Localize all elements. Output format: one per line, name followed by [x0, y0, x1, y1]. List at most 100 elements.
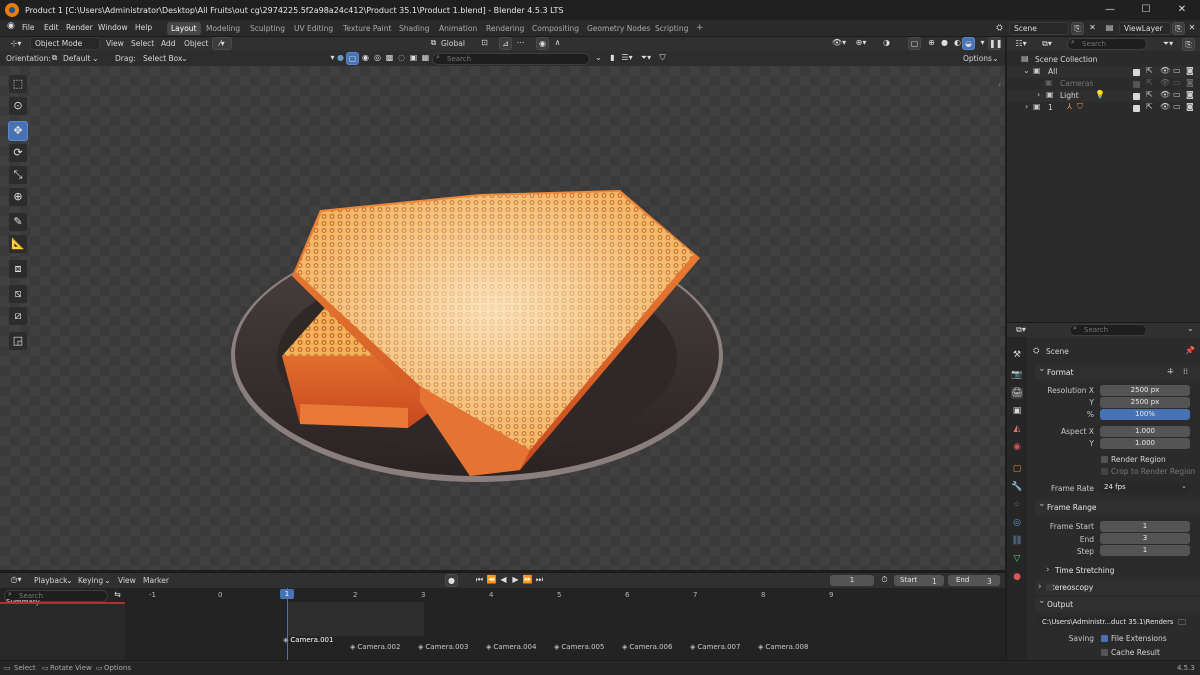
item-1-select-icon[interactable]: ⇱ [1146, 101, 1153, 113]
outliner-search-input[interactable]: Search [1067, 38, 1147, 50]
gizmo-dropdown-icon[interactable]: ⁄▾ [212, 37, 232, 50]
light-render-icon[interactable]: ◙ [1186, 89, 1194, 101]
outliner-row-1[interactable]: › ▣ 1 ⅄ ⛉ ⇱ 👁 ▭ ◙ [1007, 102, 1200, 114]
scene-icon[interactable]: ⛭ [993, 22, 1006, 35]
cameras-include-checkbox[interactable] [1133, 81, 1140, 88]
view-layer-icon[interactable]: ▤ [1103, 22, 1116, 35]
timeline-end-field[interactable]: 3 [987, 577, 992, 586]
timeline-area[interactable]: Search ⌕ ⇆ Summary -1 0 2 3 4 5 6 7 8 9 … [0, 588, 1005, 660]
keying-menu[interactable]: Keying [78, 576, 103, 585]
properties-search-input[interactable]: Search [1069, 324, 1147, 336]
view-layer-selector[interactable]: ViewLayer [1119, 22, 1171, 35]
item-1-viewport-icon[interactable]: ▭ [1173, 101, 1181, 113]
funnel-icon[interactable]: ⏷▾ [638, 52, 654, 65]
all-render-icon[interactable]: ◙ [1186, 65, 1194, 77]
add-workspace-button[interactable]: + [692, 22, 708, 35]
properties-options-icon[interactable]: ⌄ [1187, 324, 1194, 333]
frame-rate-dropdown[interactable]: 24 fps [1100, 482, 1190, 493]
camera-marker[interactable]: Camera.006 [622, 643, 672, 651]
proportional-edit-icon[interactable]: ◉ [536, 37, 549, 50]
frame-rate-dropdown-icon[interactable]: ⌄ [1181, 482, 1187, 490]
render-region-checkbox[interactable] [1101, 456, 1108, 463]
overlays-icon[interactable]: ◑ [880, 37, 893, 50]
format-drag-icon[interactable]: ⁞⁞ [1183, 367, 1188, 376]
object-filter-icon[interactable]: ▢ [346, 52, 359, 65]
camera-marker[interactable]: Camera.008 [758, 643, 808, 651]
format-section-header[interactable]: Format [1035, 362, 1200, 380]
falloff-icon[interactable]: ∧ [551, 37, 564, 50]
solid-shading-icon[interactable]: ● [938, 37, 951, 50]
tab-geometry-nodes[interactable]: Geometry Nodes [583, 22, 654, 35]
folder-icon[interactable]: 🗀 [1178, 617, 1186, 631]
pause-render-icon[interactable]: ❚❚ [988, 37, 1002, 50]
crop-region-checkbox[interactable] [1101, 468, 1108, 475]
all-eye-icon[interactable]: 👁 [1160, 65, 1170, 77]
item-1-render-icon[interactable]: ◙ [1186, 101, 1194, 113]
auto-keying-icon[interactable]: ● [445, 574, 458, 587]
snap-target-icon[interactable]: ⋯ [514, 37, 527, 50]
playback-menu[interactable]: Playback [34, 576, 67, 585]
options-dropdown-icon[interactable]: ⌄ [992, 54, 999, 63]
minimize-button[interactable]: — [1092, 0, 1128, 20]
blender-menu-icon[interactable]: ◉ [7, 21, 15, 31]
all-select-icon[interactable]: ⇱ [1146, 65, 1153, 77]
tab-rendering[interactable]: Rendering [482, 22, 528, 35]
viewport-search-input[interactable]: Search [432, 53, 590, 65]
drag-dropdown-icon[interactable]: ⌄ [181, 54, 188, 63]
marker-menu[interactable]: Marker [143, 576, 169, 585]
new-scene-icon[interactable]: ⎘ [1071, 22, 1084, 35]
display-mode-icon[interactable]: ⧉▾ [1037, 38, 1057, 51]
material-tab-icon[interactable]: ● [1011, 571, 1023, 583]
playhead-frame[interactable]: 1 [280, 589, 294, 599]
output-path-field[interactable]: C:\Users\Administr...duct 35.1\Renders [1038, 617, 1174, 628]
snap-icon[interactable]: ⊿ [499, 37, 512, 50]
remove-scene-icon[interactable]: ✕ [1086, 22, 1099, 35]
bookmark-icon[interactable]: ▮ [606, 52, 619, 65]
transform-orientation-icon[interactable]: ⧉ [427, 37, 440, 50]
menu-edit[interactable]: Edit [44, 23, 59, 32]
light-viewport-icon[interactable]: ▭ [1173, 89, 1181, 101]
orientation-value[interactable]: Default [63, 54, 90, 63]
scene-selector[interactable]: Scene [1009, 22, 1069, 35]
all-include-checkbox[interactable] [1133, 69, 1140, 76]
outliner-filter-icon[interactable]: ⏷▾ [1159, 38, 1177, 51]
pin-icon[interactable]: 📌 [1185, 346, 1195, 355]
remove-view-layer-icon[interactable]: ✕ [1186, 22, 1198, 35]
view-menu[interactable]: View [106, 39, 124, 48]
tab-animation[interactable]: Animation [435, 22, 481, 35]
camera-filter-icon[interactable]: ▦ [419, 52, 432, 65]
menu-window[interactable]: Window [98, 23, 128, 32]
maximize-button[interactable]: ☐ [1128, 0, 1164, 20]
new-collection-icon[interactable]: ⎘ [1182, 38, 1195, 51]
cameras-eye-icon[interactable]: 👁 [1160, 77, 1170, 89]
cameras-select-icon[interactable]: ⇱ [1146, 77, 1153, 89]
tab-scripting[interactable]: Scripting [651, 22, 692, 35]
format-presets-icon[interactable]: ⁜ [1167, 367, 1174, 376]
timeline-view-menu[interactable]: View [118, 576, 136, 585]
resolution-y-field[interactable]: 2500 px [1100, 397, 1190, 408]
outliner-row-all[interactable]: ⌄ ▣ All ⇱ 👁 ▭ ◙ [1007, 66, 1200, 78]
swap-icon[interactable]: ⇆ [111, 589, 124, 602]
pivot-icon[interactable]: ⊡ [478, 37, 491, 50]
keying-dropdown-icon[interactable]: ⌄ [104, 576, 111, 585]
camera-marker[interactable]: Camera.007 [690, 643, 740, 651]
tab-shading[interactable]: Shading [395, 22, 433, 35]
3d-viewport[interactable]: ⬚ ⊙ ✥ ⟳ ⤡ ⊕ ✎ 📐 ⧈ ⧅ ⧄ ◲ ‹ [0, 66, 1005, 570]
menu-render[interactable]: Render [66, 23, 93, 32]
render-tab-icon[interactable]: 📷 [1011, 369, 1023, 381]
cameras-render-icon[interactable]: ◙ [1186, 77, 1194, 89]
cameras-viewport-icon[interactable]: ▭ [1173, 77, 1181, 89]
resolution-percent-slider[interactable]: 100% [1100, 409, 1190, 420]
aspect-y-field[interactable]: 1.000 [1100, 438, 1190, 449]
rendered-shading-icon[interactable]: ◒ [962, 37, 975, 50]
light-select-icon[interactable]: ⇱ [1146, 89, 1153, 101]
frame-step-field[interactable]: 1 [1100, 545, 1190, 556]
camera-marker[interactable]: Camera.004 [486, 643, 536, 651]
camera-marker[interactable]: Camera.003 [418, 643, 468, 651]
frame-end-field[interactable]: 3 [1100, 533, 1190, 544]
camera-marker[interactable]: Camera.005 [554, 643, 604, 651]
xray-icon[interactable]: ▢ [908, 37, 921, 50]
tab-modeling[interactable]: Modeling [202, 22, 244, 35]
file-extensions-checkbox[interactable] [1101, 635, 1108, 642]
mode-selector[interactable]: Object Mode [30, 37, 100, 50]
